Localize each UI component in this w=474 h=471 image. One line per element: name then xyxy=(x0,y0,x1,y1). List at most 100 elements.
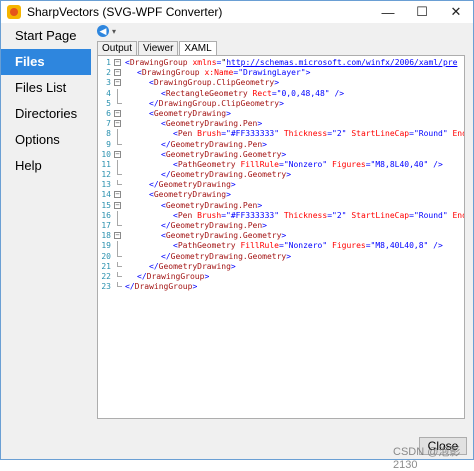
code-token: Thickness xyxy=(283,129,328,139)
code-token: "Nonzero" xyxy=(283,159,328,169)
sidebar-item-help[interactable]: Help xyxy=(1,153,91,179)
line-number: 16 xyxy=(101,210,111,220)
collapse-icon[interactable]: − xyxy=(114,191,121,199)
collapse-icon[interactable]: − xyxy=(114,69,121,77)
collapse-icon[interactable]: − xyxy=(114,120,121,128)
fold-gutter[interactable]: − xyxy=(111,190,123,200)
code-token: > xyxy=(286,170,292,180)
fold-gutter[interactable]: − xyxy=(111,68,123,78)
fold-line xyxy=(117,210,118,221)
code-token: /> xyxy=(433,241,443,251)
fold-line xyxy=(117,241,118,252)
line-number: 20 xyxy=(101,251,111,261)
code-line: 10− < GeometryDrawing.Geometry > xyxy=(98,150,464,160)
collapse-icon[interactable]: − xyxy=(114,79,121,87)
code-line: 9 </GeometryDrawing.Pen > xyxy=(98,139,464,150)
sidebar-item-start-page[interactable]: Start Page xyxy=(1,23,91,49)
code-line: 7− < GeometryDrawing.Pen > xyxy=(98,119,464,129)
code-line: 11 < PathGeometry FillRule = "Nonzero" Figur… xyxy=(98,159,464,171)
code-token: "M8,40L40,8" xyxy=(370,241,429,251)
line-number: 17 xyxy=(101,221,111,230)
fold-end-line xyxy=(117,271,122,277)
fold-end-line xyxy=(117,221,122,226)
code-token: </ xyxy=(161,251,171,261)
collapse-icon[interactable]: − xyxy=(114,201,121,209)
code-token: StartLineCap xyxy=(351,210,410,220)
line-number: 5 xyxy=(106,98,111,108)
collapse-icon[interactable]: − xyxy=(114,232,121,240)
code-token: GeometryDrawing.Geometry xyxy=(170,251,287,261)
fold-gutter[interactable]: − xyxy=(111,78,123,88)
fold-gutter xyxy=(111,159,123,171)
code-line: 17 </GeometryDrawing.Pen > xyxy=(98,221,464,231)
app-window: SharpVectors (SVG-WPF Converter) — ☐ ✕ S… xyxy=(0,0,474,471)
line-number: 12 xyxy=(101,170,111,180)
code-line: 20 </GeometryDrawing.Geometry > xyxy=(98,251,464,262)
fold-gutter xyxy=(111,88,123,99)
fold-gutter[interactable]: − xyxy=(111,231,123,241)
sidebar-item-files[interactable]: Files xyxy=(1,49,91,75)
fold-end-line xyxy=(117,180,122,186)
code-token: Pen xyxy=(177,210,193,220)
line-number: 21 xyxy=(101,261,111,271)
fold-gutter[interactable]: − xyxy=(111,201,123,211)
code-token: GeometryDrawing.Geometry xyxy=(165,231,282,241)
collapse-icon[interactable]: − xyxy=(114,109,121,117)
app-logo-icon xyxy=(7,5,21,19)
fold-gutter[interactable]: − xyxy=(111,119,123,129)
code-line: 3− < DrawingGroup.ClipGeometry > xyxy=(98,78,464,88)
code-token: </ xyxy=(137,271,147,281)
code-token: GeometryDrawing xyxy=(158,180,231,190)
fold-gutter[interactable]: − xyxy=(111,58,123,68)
code-token: GeometryDrawing.Pen xyxy=(170,221,263,230)
window-controls: — ☐ ✕ xyxy=(371,1,473,23)
code-line: 6− < GeometryDrawing > xyxy=(98,109,464,119)
code-line: 12 </GeometryDrawing.Geometry > xyxy=(98,170,464,180)
fold-gutter[interactable]: − xyxy=(111,109,123,119)
back-arrow-icon[interactable]: ◀ xyxy=(97,25,109,37)
code-token: "M8,8L40,40" xyxy=(370,159,429,169)
code-token: GeometryDrawing.Pen xyxy=(170,139,263,149)
collapse-icon[interactable]: − xyxy=(114,150,121,158)
code-token: </ xyxy=(149,98,159,108)
code-token: > xyxy=(192,282,198,292)
line-number: 2 xyxy=(106,68,111,78)
code-token: PathGeometry xyxy=(177,159,236,169)
code-token: FillRule xyxy=(240,159,279,169)
code-token: "0,0,48,48" xyxy=(276,88,330,98)
tab-output[interactable]: Output xyxy=(97,41,138,55)
chevron-down-icon[interactable]: ▾ xyxy=(112,27,116,36)
title-bar[interactable]: SharpVectors (SVG-WPF Converter) — ☐ ✕ xyxy=(1,1,473,23)
close-window-button[interactable]: ✕ xyxy=(439,1,473,23)
minimize-button[interactable]: — xyxy=(371,1,405,23)
maximize-button[interactable]: ☐ xyxy=(405,1,439,23)
fold-gutter xyxy=(111,271,123,282)
code-token: > xyxy=(262,221,267,230)
fold-line xyxy=(117,88,118,99)
line-number: 13 xyxy=(101,180,111,190)
fold-gutter[interactable]: − xyxy=(111,150,123,160)
code-line: 14− < GeometryDrawing > xyxy=(98,190,464,200)
code-line: 21 </GeometryDrawing > xyxy=(98,261,464,272)
fold-gutter xyxy=(111,241,123,252)
sidebar-item-directories[interactable]: Directories xyxy=(1,101,91,127)
collapse-icon[interactable]: − xyxy=(114,59,121,66)
code-line: 2− < DrawingGroup x:Name = "DrawingLayer" > xyxy=(98,68,464,78)
code-token: End xyxy=(452,129,464,139)
sidebar-item-files-list[interactable]: Files List xyxy=(1,75,91,101)
fold-gutter xyxy=(111,98,123,109)
tab-xaml[interactable]: XAML xyxy=(179,41,217,56)
xaml-code-editor[interactable]: 1− < DrawingGroup xmlns = " http://schemas.mi… xyxy=(97,55,465,419)
tab-viewer[interactable]: Viewer xyxy=(138,41,179,55)
sidebar: Start Page Files Files List Directories … xyxy=(1,23,91,431)
sidebar-item-options[interactable]: Options xyxy=(1,127,91,153)
code-token: GeometryDrawing.Geometry xyxy=(170,170,287,180)
